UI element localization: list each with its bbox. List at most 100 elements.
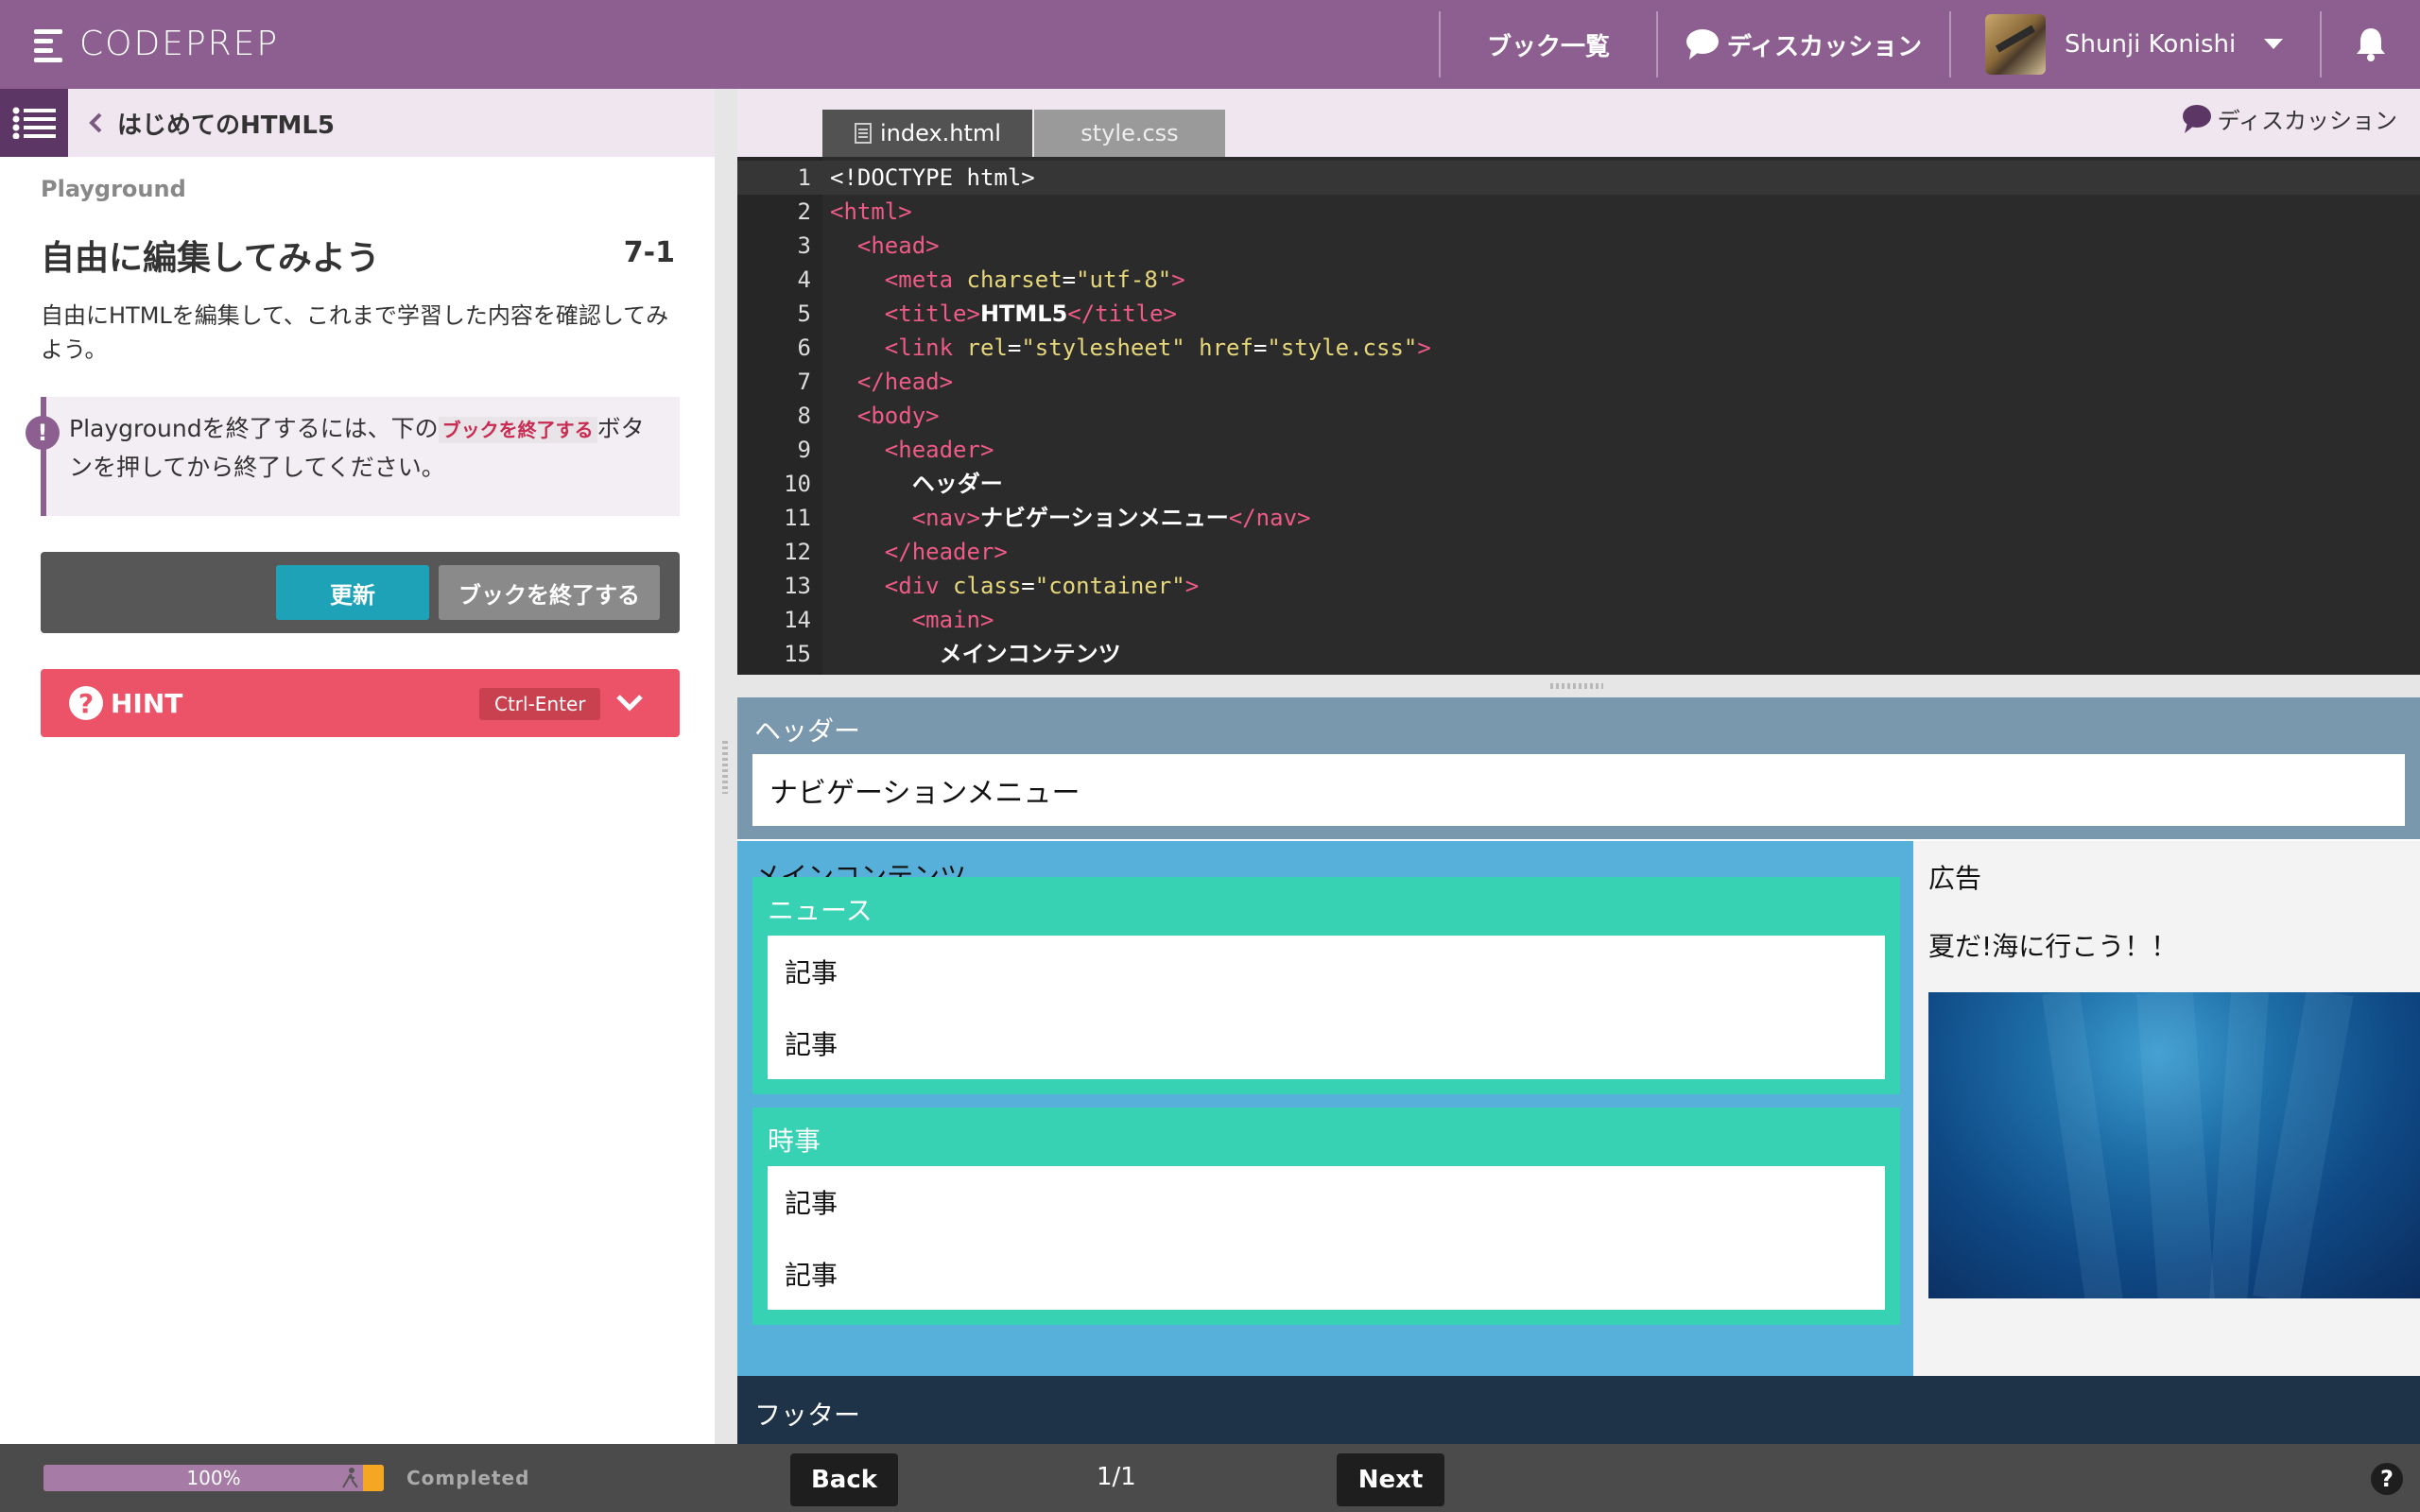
code-editor[interactable]: 1 <!DOCTYPE html> 2 <html> 3 <head> 4 <meta c… xyxy=(737,157,2420,675)
ocean-image xyxy=(1928,992,2420,1298)
lesson-description: 自由にHTMLを編集して、これまで学習した内容を確認してみよう。 xyxy=(41,302,669,363)
code-text: <meta charset="utf-8"> xyxy=(884,266,1185,293)
code-text: <title>HTML5</title> xyxy=(884,301,1177,327)
code-text: </head> xyxy=(856,369,954,395)
code-line[interactable]: 12 </header> xyxy=(737,535,2420,569)
hint-shortcut: Ctrl-Enter xyxy=(479,688,601,720)
code-text: ヘッダー xyxy=(911,471,1003,497)
code-line[interactable]: 10 ヘッダー xyxy=(737,467,2420,501)
chat-bubble-icon xyxy=(2182,104,2211,133)
preview-resize-handle[interactable] xyxy=(737,675,2420,697)
code-line[interactable]: 6 <link rel="stylesheet" href="style.css… xyxy=(737,331,2420,365)
line-number: 6 xyxy=(797,335,811,361)
code-line[interactable]: 7 </head> xyxy=(737,365,2420,399)
preview-nav: ナビゲーションメニュー xyxy=(752,754,2405,826)
next-button[interactable]: Next xyxy=(1337,1453,1444,1506)
runner-icon xyxy=(342,1468,358,1488)
panel-resize-handle[interactable] xyxy=(715,89,737,1444)
editor-discussion-link[interactable]: ディスカッション xyxy=(2180,102,2397,135)
hint-button[interactable]: ? HINT Ctrl-Enter xyxy=(41,669,680,737)
notice-code: ブックを終了する xyxy=(438,417,597,443)
preview-aside: 広告 夏だ!海に行こう！！ xyxy=(1913,841,2420,1376)
code-line[interactable]: 2 <html> xyxy=(737,195,2420,229)
notice-text: Playgroundを終了するには、下の ブックを終了する ボタンを押してから終了し… xyxy=(69,410,665,487)
code-text: <body> xyxy=(856,403,940,429)
menu-button[interactable] xyxy=(0,89,68,157)
editor-tabbar: index.html style.css ディスカッション xyxy=(737,89,2420,157)
file-icon xyxy=(855,123,873,144)
preview-footer: フッター xyxy=(737,1376,2420,1444)
logo[interactable]: CODEPREP xyxy=(34,25,279,63)
code-text: <div class="container"> xyxy=(884,573,1200,599)
code-text: <main> xyxy=(911,607,994,633)
tab-index-html[interactable]: index.html xyxy=(822,110,1032,157)
code-line[interactable]: 1 <!DOCTYPE html> xyxy=(737,161,2420,195)
code-line[interactable]: 5 <title>HTML5</title> xyxy=(737,297,2420,331)
question-icon: ? xyxy=(69,686,103,720)
code-text: <head> xyxy=(856,232,940,259)
code-line[interactable]: 11 <nav>ナビゲーションメニュー</nav> xyxy=(737,501,2420,535)
section-body: 記事 記事 xyxy=(768,936,1885,1079)
code-line[interactable]: 14 <main> xyxy=(737,603,2420,637)
progress-bar: 100% xyxy=(43,1465,384,1491)
tab-label: index.html xyxy=(880,120,1001,146)
preview-header: ヘッダー ナビゲーションメニュー xyxy=(737,697,2420,839)
hint-label: HINT xyxy=(111,688,183,719)
line-number: 5 xyxy=(797,301,811,327)
code-line[interactable]: 8 <body> xyxy=(737,399,2420,433)
code-line[interactable]: 3 <head> xyxy=(737,229,2420,263)
preview-main: メインコンテンツ ニュース 記事 記事 時事 記事 記事 xyxy=(737,841,1913,1376)
top-navbar: CODEPREP ブック一覧 ディスカッション Shunji Konishi xyxy=(0,0,2420,89)
section-label: Playground xyxy=(41,176,186,202)
notice-box: ! Playgroundを終了するには、下の ブックを終了する ボタンを押してから終… xyxy=(26,397,680,516)
caret-down-icon xyxy=(2264,39,2284,49)
list-menu-icon xyxy=(12,107,56,139)
section-body: 記事 記事 xyxy=(768,1166,1885,1310)
books-link[interactable]: ブック一覧 xyxy=(1441,0,1656,89)
bell-icon xyxy=(2357,28,2385,61)
bottom-bar: 100% Completed Back 1/1 Next ? xyxy=(0,1444,2420,1512)
user-name: Shunji Konishi xyxy=(2065,30,2237,59)
article: 記事 xyxy=(785,1029,838,1060)
code-text: <header> xyxy=(884,437,994,463)
line-number: 2 xyxy=(797,198,811,225)
line-number: 9 xyxy=(797,437,811,463)
back-button[interactable]: Back xyxy=(790,1453,898,1506)
notice-prefix: Playgroundを終了するには、下の xyxy=(69,415,439,442)
line-number: 14 xyxy=(784,607,811,633)
code-line[interactable]: 15 メインコンテンツ xyxy=(737,637,2420,671)
user-menu[interactable]: Shunji Konishi xyxy=(1951,0,2320,89)
breadcrumb-back-link[interactable]: はじめてのHTML5 xyxy=(89,89,335,157)
logo-icon xyxy=(34,26,62,63)
progress-percent: 100% xyxy=(186,1467,241,1489)
grip-icon xyxy=(1550,683,1603,689)
grip-icon xyxy=(722,741,728,794)
code-line[interactable]: 4 <meta charset="utf-8"> xyxy=(737,263,2420,297)
code-text: <link rel="stylesheet" href="style.css"> xyxy=(884,335,1431,361)
line-number: 13 xyxy=(784,573,811,599)
lesson-number: 7-1 xyxy=(623,236,675,269)
chevron-left-icon xyxy=(89,112,102,133)
help-button[interactable]: ? xyxy=(2371,1463,2403,1495)
article: 記事 xyxy=(785,957,838,988)
code-text: <nav>ナビゲーションメニュー</nav> xyxy=(911,505,1311,531)
action-bar: 更新 ブックを終了する xyxy=(41,552,680,633)
article: 記事 xyxy=(785,1260,838,1291)
update-button[interactable]: 更新 xyxy=(276,565,429,620)
preview-header-label: ヘッダー xyxy=(754,715,861,747)
line-number: 1 xyxy=(797,164,811,191)
code-line[interactable]: 13 <div class="container"> xyxy=(737,569,2420,603)
line-number: 10 xyxy=(784,471,811,497)
preview-pane: ヘッダー ナビゲーションメニュー メインコンテンツ ニュース 記事 記事 時事 … xyxy=(737,697,2420,1444)
discussion-link[interactable]: ディスカッション xyxy=(1658,0,1949,89)
page-indicator: 1/1 xyxy=(1097,1463,1136,1491)
notifications-button[interactable] xyxy=(2322,0,2420,89)
breadcrumb-label: はじめてのHTML5 xyxy=(117,111,336,140)
code-text: メインコンテンツ xyxy=(939,641,1121,667)
avatar xyxy=(1985,14,2046,75)
tab-style-css[interactable]: style.css xyxy=(1034,110,1225,157)
code-line[interactable]: 9 <header> xyxy=(737,433,2420,467)
finish-book-button[interactable]: ブックを終了する xyxy=(439,565,660,620)
page-title: 自由に編集してみよう xyxy=(41,239,380,278)
code-text: </header> xyxy=(884,539,1008,565)
